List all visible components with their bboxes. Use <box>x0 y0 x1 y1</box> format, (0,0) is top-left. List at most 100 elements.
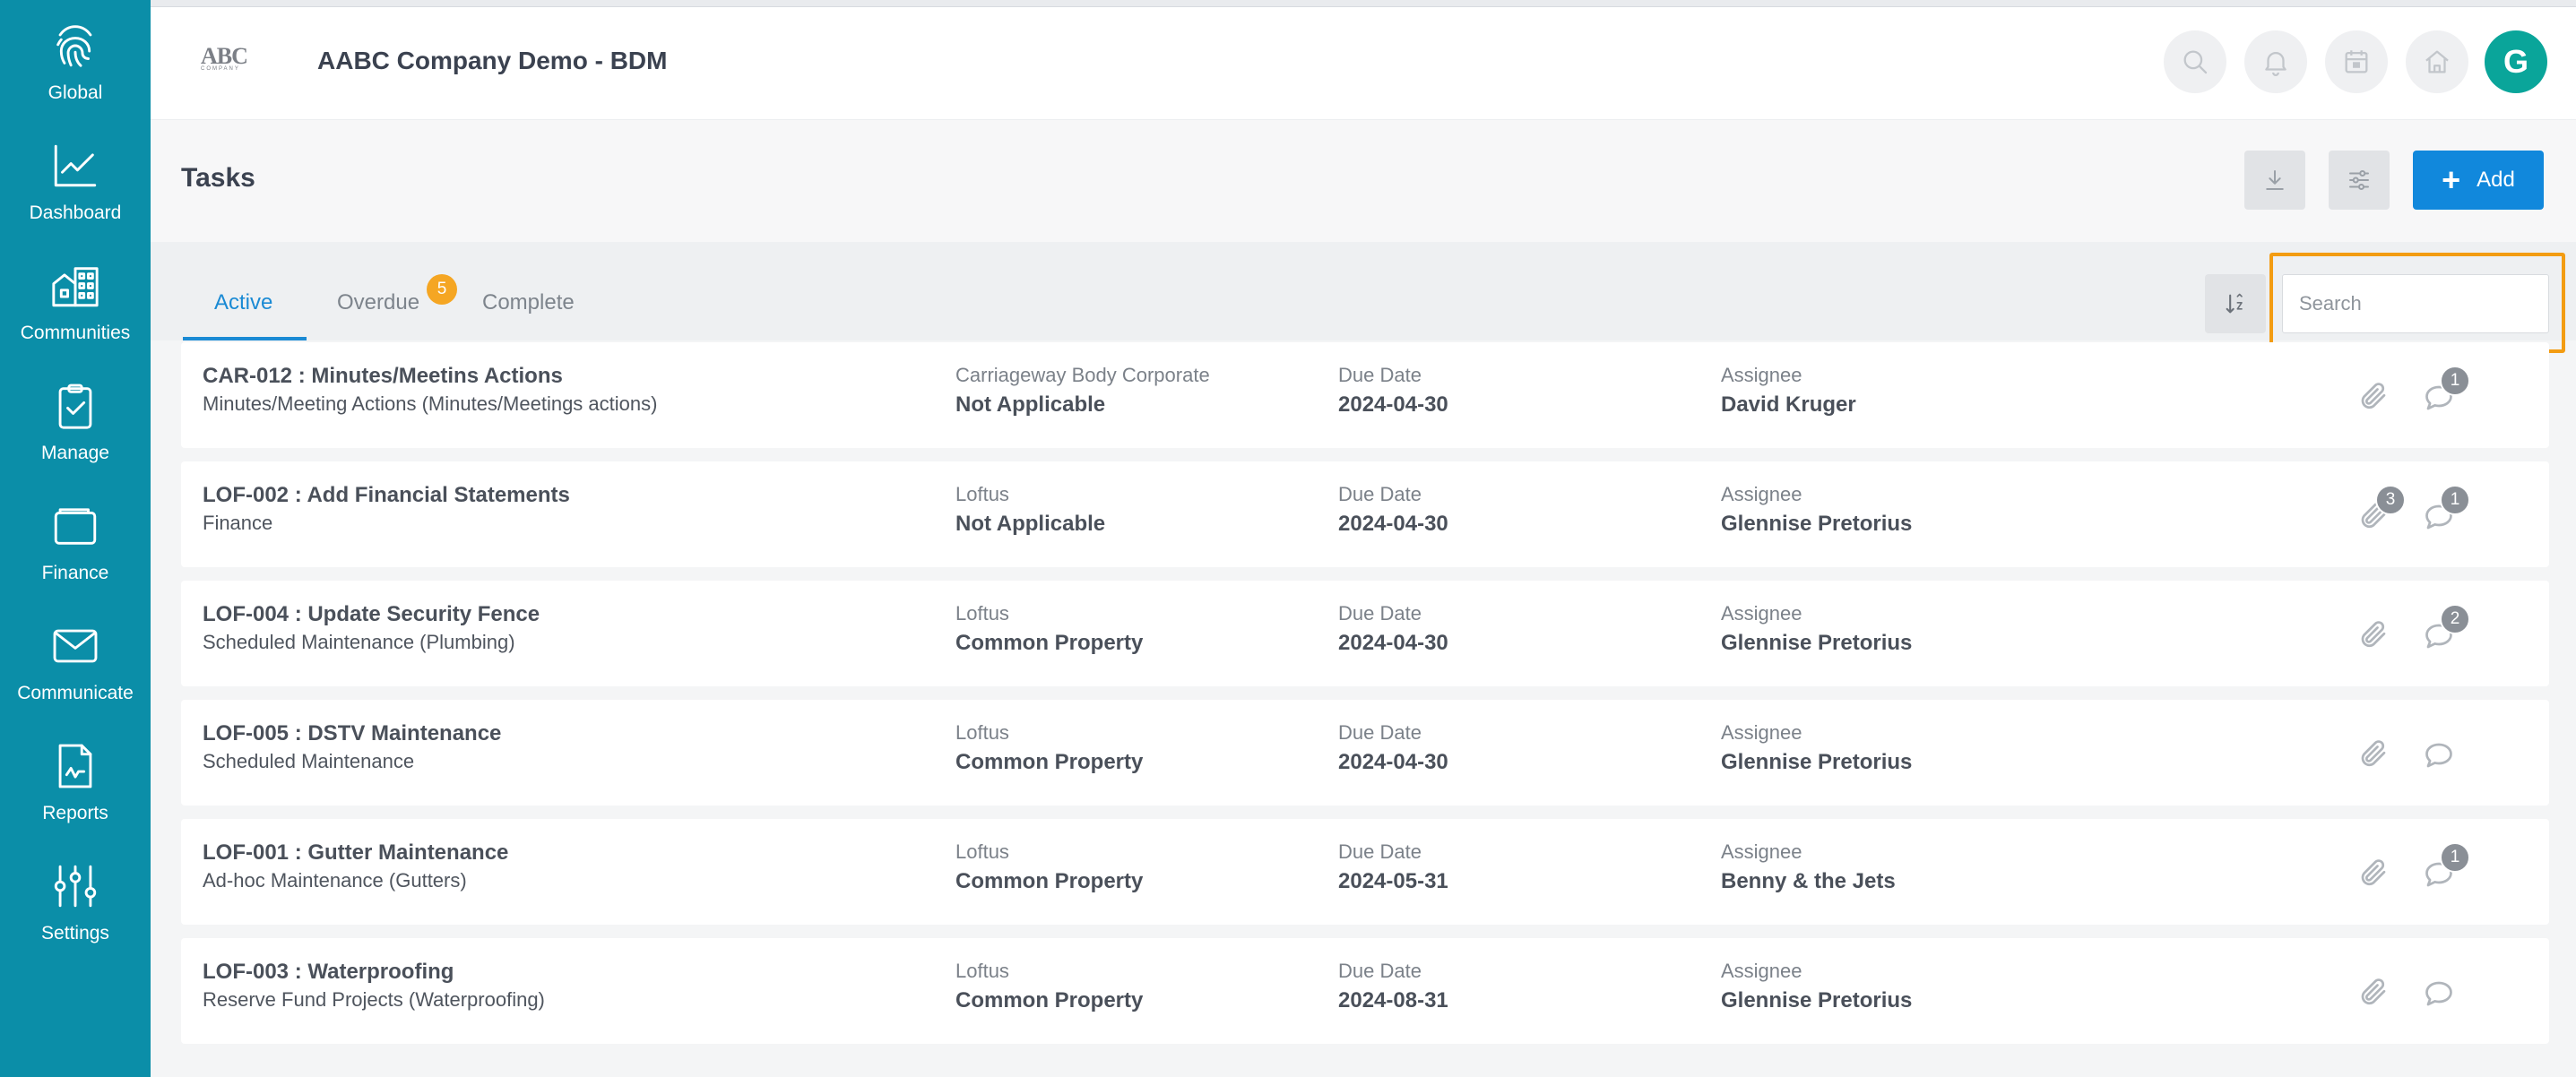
sidebar-item-label: Finance <box>41 563 109 583</box>
search-input[interactable] <box>2282 274 2549 333</box>
sidebar-item-reports[interactable]: Reports <box>0 720 151 828</box>
company-title: AABC Company Demo - BDM <box>317 47 668 74</box>
task-category: Scheduled Maintenance <box>203 750 415 772</box>
sidebar-item-label: Dashboard <box>29 202 122 223</box>
sort-icon <box>2226 293 2243 314</box>
sliders-icon <box>54 865 97 908</box>
task-title[interactable]: LOF-005 : DSTV Maintenance <box>203 721 501 746</box>
fingerprint-icon <box>56 25 92 67</box>
sidebar-item-communities[interactable]: Communities <box>0 240 151 348</box>
comment-count-badge: 2 <box>2440 604 2470 634</box>
task-row[interactable]: CAR-012 : Minutes/Meetins Actions Minute… <box>181 342 2549 448</box>
due-date-label: Due Date <box>1338 960 1422 982</box>
assignee-label: Assignee <box>1721 483 1802 505</box>
sort-button[interactable] <box>2205 274 2266 333</box>
sliders-icon <box>2349 170 2369 190</box>
assignee-label: Assignee <box>1721 602 1802 625</box>
page-title-bar: Tasks + Add <box>151 120 2576 242</box>
task-row[interactable]: LOF-004 : Update Security Fence Schedule… <box>181 581 2549 686</box>
clipboard-check-icon <box>58 383 92 429</box>
due-date-label: Due Date <box>1338 840 1422 863</box>
task-title[interactable]: LOF-004 : Update Security Fence <box>203 602 540 627</box>
sidebar-item-global[interactable]: Global <box>0 0 151 108</box>
paperclip-icon[interactable] <box>2357 618 2390 651</box>
due-date-value: 2024-04-30 <box>1338 750 1448 774</box>
sidebar-item-label: Reports <box>42 803 108 823</box>
due-date-label: Due Date <box>1338 364 1422 386</box>
assignee-label: Assignee <box>1721 364 1802 386</box>
user-avatar[interactable]: G <box>2485 30 2547 93</box>
home-button[interactable] <box>2406 30 2468 93</box>
tabs-bar: Active Overdue 5 Complete <box>151 242 2576 340</box>
calendar-icon <box>2345 50 2368 73</box>
assignee-name: Glennise Pretorius <box>1721 631 1913 655</box>
add-task-button[interactable]: + Add <box>2413 151 2544 210</box>
calendar-button[interactable] <box>2325 30 2388 93</box>
report-icon <box>58 744 92 788</box>
assignee-label: Assignee <box>1721 960 1802 982</box>
tab-active[interactable]: Active <box>214 290 272 315</box>
task-category: Reserve Fund Projects (Waterproofing) <box>203 988 545 1011</box>
task-location: Common Property <box>955 988 1144 1012</box>
tab-complete[interactable]: Complete <box>482 290 575 315</box>
task-location: Not Applicable <box>955 392 1106 417</box>
due-date-value: 2024-04-30 <box>1338 392 1448 417</box>
due-date-label: Due Date <box>1338 483 1422 505</box>
task-category: Minutes/Meeting Actions (Minutes/Meeting… <box>203 392 658 415</box>
paperclip-icon[interactable] <box>2357 380 2390 412</box>
task-category: Ad-hoc Maintenance (Gutters) <box>203 869 467 892</box>
sidebar-item-label: Communicate <box>17 683 134 703</box>
wallet-icon <box>54 508 97 545</box>
task-community: Loftus <box>955 721 1009 744</box>
assignee-name: Glennise Pretorius <box>1721 988 1913 1012</box>
task-title[interactable]: CAR-012 : Minutes/Meetins Actions <box>203 364 563 389</box>
overdue-count-badge: 5 <box>427 274 457 305</box>
task-location: Common Property <box>955 869 1144 893</box>
assignee-name: Benny & the Jets <box>1721 869 1896 893</box>
search-button[interactable] <box>2164 30 2226 93</box>
sidebar-item-communicate[interactable]: Communicate <box>0 600 151 708</box>
task-category: Finance <box>203 512 273 534</box>
buildings-icon <box>52 267 99 307</box>
paperclip-icon[interactable] <box>2357 976 2390 1008</box>
task-title[interactable]: LOF-003 : Waterproofing <box>203 960 454 985</box>
comment-count-badge: 1 <box>2440 485 2470 515</box>
line-chart-icon <box>54 144 97 187</box>
download-button[interactable] <box>2244 151 2305 210</box>
paperclip-icon[interactable] <box>2357 857 2390 889</box>
task-row[interactable]: LOF-001 : Gutter Maintenance Ad-hoc Main… <box>181 819 2549 925</box>
company-logo: ABC COMPANY <box>201 43 255 79</box>
paperclip-icon[interactable] <box>2357 737 2390 770</box>
page-title: Tasks <box>181 163 255 193</box>
due-date-value: 2024-08-31 <box>1338 988 1448 1012</box>
sidebar-item-label: Settings <box>41 923 109 943</box>
task-location: Common Property <box>955 631 1144 655</box>
task-title[interactable]: LOF-002 : Add Financial Statements <box>203 483 570 508</box>
comment-icon[interactable] <box>2422 739 2456 771</box>
comment-icon[interactable] <box>2422 978 2456 1010</box>
browser-tab-strip <box>0 0 2576 7</box>
sidebar-item-manage[interactable]: Manage <box>0 360 151 468</box>
task-row[interactable]: LOF-005 : DSTV Maintenance Scheduled Mai… <box>181 700 2549 806</box>
assignee-label: Assignee <box>1721 840 1802 863</box>
logo-text: ABC <box>201 43 248 69</box>
comment-count-badge: 1 <box>2440 366 2470 396</box>
task-row[interactable]: LOF-002 : Add Financial Statements Finan… <box>181 461 2549 567</box>
sidebar-item-settings[interactable]: Settings <box>0 840 151 948</box>
sidebar-item-dashboard[interactable]: Dashboard <box>0 120 151 228</box>
due-date-value: 2024-05-31 <box>1338 869 1448 893</box>
sidebar-item-label: Manage <box>41 443 109 463</box>
task-title[interactable]: LOF-001 : Gutter Maintenance <box>203 840 508 866</box>
task-community: Carriageway Body Corporate <box>955 364 1210 386</box>
sidebar: Global Dashboard Communities Manage Fina… <box>0 0 151 1077</box>
filter-button[interactable] <box>2329 151 2390 210</box>
tab-overdue[interactable]: Overdue <box>337 290 419 315</box>
notifications-button[interactable] <box>2244 30 2307 93</box>
task-location: Common Property <box>955 750 1144 774</box>
task-location: Not Applicable <box>955 512 1106 536</box>
sidebar-item-finance[interactable]: Finance <box>0 480 151 588</box>
assignee-label: Assignee <box>1721 721 1802 744</box>
bell-icon <box>2265 52 2286 76</box>
plus-icon: + <box>2442 161 2461 198</box>
task-row[interactable]: LOF-003 : Waterproofing Reserve Fund Pro… <box>181 938 2549 1044</box>
